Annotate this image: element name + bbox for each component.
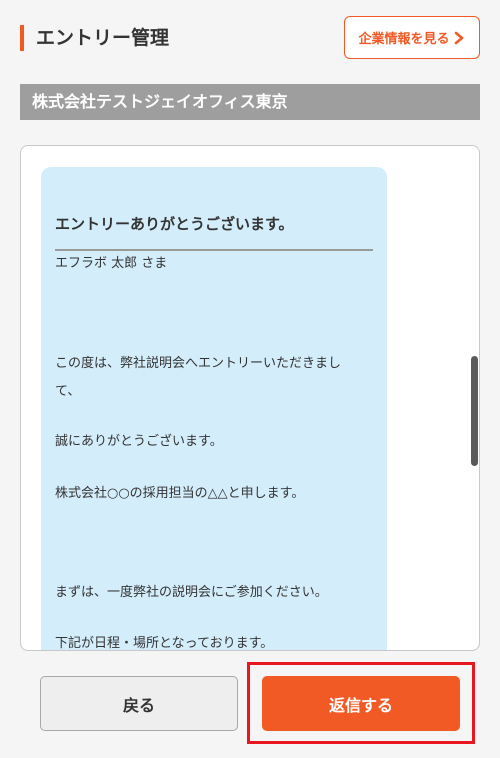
message-divider [55,249,373,251]
view-company-info-button[interactable]: 企業情報を見る [344,16,480,59]
message-panel[interactable]: エントリーありがとうございます。 エフラボ 太郎 さま この度は、弊社説明会へエ… [20,145,480,651]
message-scrollbar-thumb[interactable] [471,356,478,466]
company-name-bar: 株式会社テストジェイオフィス東京 [20,84,480,120]
chevron-right-icon [454,31,466,45]
message-line: 株式会社○○の採用担当の△△と申します。 [55,486,305,501]
page-title: エントリー管理 [36,27,170,49]
message-line: 下記が日程・場所となっております。 [55,636,274,651]
message-line: て、 [55,384,81,399]
message-line: まずは、一度弊社の説明会にご参加ください。 [55,585,328,600]
message-title: エントリーありがとうございます。 [55,215,294,233]
view-company-info-label: 企業情報を見る [358,32,450,47]
message-line: この度は、弊社説明会へエントリーいただきまし [55,356,342,371]
message-line: エフラボ 太郎 さま [55,256,168,271]
back-button[interactable]: 戻る [40,676,238,731]
reply-button[interactable]: 返信する [262,676,460,731]
page-header: エントリー管理 企業情報を見る [0,0,500,80]
title-accent-bar [20,25,24,51]
message-line: 誠にありがとうございます。 [55,434,223,449]
message-bubble: エントリーありがとうございます。 エフラボ 太郎 さま この度は、弊社説明会へエ… [41,167,387,651]
